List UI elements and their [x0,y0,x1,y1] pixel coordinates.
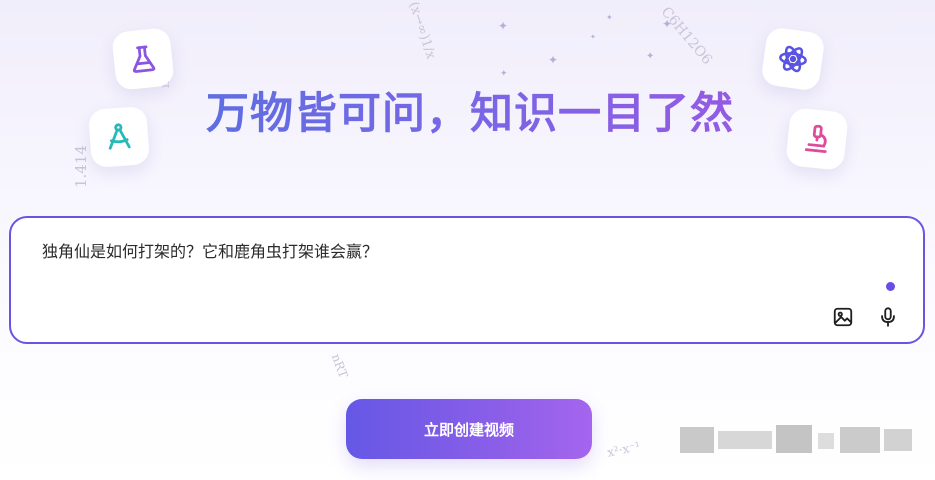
prompt-text[interactable]: 独角仙是如何打架的？它和鹿角虫打架谁会赢？ [42,238,378,262]
sparkle-decoration: ✦ [646,51,655,62]
image-upload-button[interactable] [830,304,856,330]
flask-icon [132,45,156,73]
sparkle-decoration: ✦ [590,33,596,41]
compass-icon-tile [88,106,150,168]
sparkle-decoration: ✦ [606,13,613,22]
formula-decoration-1: (x→∞)1/x [405,0,439,61]
atom-icon [779,45,807,73]
sparkle-decoration: ✦ [548,53,559,67]
flask-icon-tile [111,27,175,91]
formula-decoration-6: x²·x⁻¹ [606,439,642,460]
image-icon [833,307,853,327]
voice-input-button[interactable] [875,304,901,330]
compass-icon [108,123,131,150]
microscope-icon-tile [785,107,849,171]
sparkle-decoration: ✦ [662,17,673,31]
create-video-button[interactable]: 立即创建视频 [346,399,592,459]
formula-decoration-5: nRT [328,352,351,380]
formula-decoration-3: 1.414 [72,145,90,188]
status-dot [886,282,895,291]
blurred-watermark [680,421,912,457]
hero-headline: 万物皆可问，知识一目了然 [150,84,790,144]
sparkle-decoration: ✦ [498,19,509,33]
prompt-input-box[interactable]: 独角仙是如何打架的？它和鹿角虫打架谁会赢？ [9,216,925,344]
formula-decoration-2: C6H12O6 [657,4,716,68]
microphone-icon [881,307,895,327]
sparkle-decoration: ✦ [500,69,508,79]
microscope-icon [804,124,827,154]
atom-icon-tile [760,26,826,92]
